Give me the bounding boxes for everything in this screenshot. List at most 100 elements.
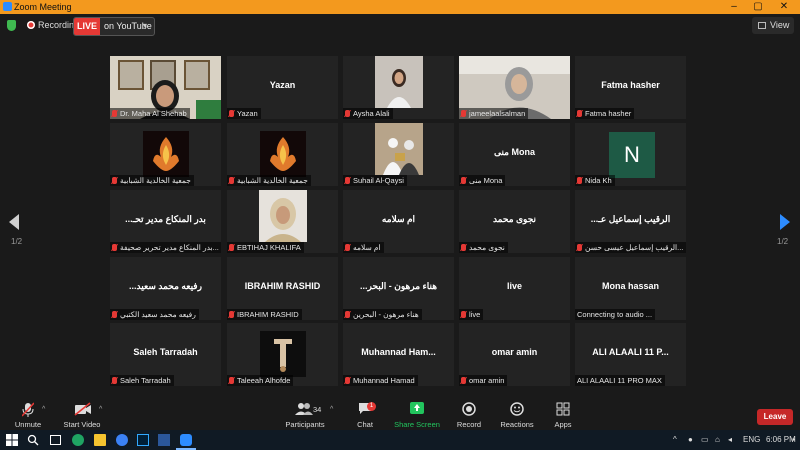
maximize-button[interactable]: ▢ (748, 1, 768, 13)
security-shield-icon[interactable] (7, 20, 16, 31)
notifications-icon[interactable]: ▪ (792, 435, 795, 444)
share-screen-button[interactable]: Share Screen (393, 398, 441, 430)
windows-start-icon[interactable] (6, 434, 18, 446)
participant-name-text: Suhail Al-Qaysi (353, 176, 404, 185)
participant-name-text: ALI ALAALI 11 PRO MAX (577, 376, 662, 385)
participant-tile[interactable]: جمعية الخالدية الشبابية (110, 123, 221, 186)
muted-microphone-icon (112, 377, 117, 384)
participant-name-label: IBRAHIM RASHID (227, 309, 302, 320)
apps-icon (556, 402, 570, 416)
participant-tile[interactable]: EBTIHAJ KHALIFA (227, 190, 338, 253)
unmute-button[interactable]: Unmute (8, 398, 48, 430)
participant-video-feed (375, 56, 423, 108)
participants-button[interactable]: 34 Participants (282, 398, 328, 430)
participant-display-name: Muhannad Ham... (361, 347, 436, 357)
live-stream-button[interactable]: LIVE on YouTube ▾ (73, 17, 155, 36)
participant-tile[interactable]: ...رفيعه محمد سعيد رفيعه محمد سعيد الكتبي (110, 257, 221, 320)
participant-display-name: Yazan (269, 80, 296, 90)
participant-video-feed (375, 123, 423, 175)
start-video-label: Start Video (63, 420, 101, 429)
next-page-arrow-icon[interactable] (780, 214, 790, 230)
participant-name-text: رفيعه محمد سعيد الكتبي (120, 310, 196, 319)
participant-tile[interactable]: Mona hassan Connecting to audio ... (575, 257, 686, 320)
participant-tile[interactable]: نجوى محمد نجوى محمد (459, 190, 570, 253)
record-icon (462, 402, 476, 416)
participant-tile[interactable]: ...الرقيب إسماعيل عـ الرقيب إسماعيل عيسى … (575, 190, 686, 253)
video-options-chevron-icon[interactable]: ^ (99, 406, 102, 413)
participant-name-label: omar amin (459, 375, 508, 386)
muted-microphone-icon (461, 177, 466, 184)
chat-button[interactable]: 1 Chat (350, 398, 380, 430)
participant-tile[interactable]: منى Mona منى Mona (459, 123, 570, 186)
participant-tile[interactable]: جمعية الخالدية الشبابية (227, 123, 338, 186)
windows-taskbar: ^ ● ▭ ⌂ ◂ ENG 6:06 PM ▪ (0, 430, 800, 450)
start-video-button[interactable]: Start Video (60, 398, 104, 430)
participant-tile[interactable]: ...بدر المنكاع مدير تحـ بدر المنكاع مدير … (110, 190, 221, 253)
muted-microphone-icon (461, 110, 466, 117)
edge-browser-icon[interactable] (72, 434, 84, 446)
participant-name-text: EBTIHAJ KHALIFA (237, 243, 301, 252)
participant-name-label: جمعية الخالدية الشبابية (227, 175, 311, 186)
apps-button[interactable]: Apps (548, 398, 578, 430)
meeting-toolbar: Unmute ^ Start Video ^ 34 Participants ^… (0, 398, 800, 430)
muted-microphone-icon (229, 377, 234, 384)
muted-microphone-icon (229, 244, 234, 251)
participant-tile[interactable]: Saleh Tarradah Saleh Tarradah (110, 323, 221, 386)
participant-tile[interactable]: omar amin omar amin (459, 323, 570, 386)
zoom-taskbar-icon[interactable] (180, 434, 192, 446)
muted-microphone-icon (229, 110, 234, 117)
language-indicator[interactable]: ENG (743, 435, 760, 444)
participant-tile[interactable]: live live (459, 257, 570, 320)
record-button[interactable]: Record (452, 398, 486, 430)
chat-label: Chat (357, 420, 373, 429)
microphone-tray-icon[interactable]: ● (688, 435, 693, 444)
participant-tile[interactable]: jameelaalsalman (459, 56, 570, 119)
participants-chevron-icon[interactable]: ^ (330, 406, 333, 413)
participant-tile[interactable]: ALI ALAALI 11 P... ALI ALAALI 11 PRO MAX (575, 323, 686, 386)
participant-display-name: live (506, 281, 522, 291)
apps-label: Apps (554, 420, 572, 429)
network-tray-icon[interactable]: ⌂ (715, 435, 720, 444)
photoshop-icon[interactable] (137, 434, 149, 446)
participant-tile[interactable]: Muhannad Ham... Muhannad Hamad (343, 323, 454, 386)
task-view-icon[interactable] (50, 435, 61, 445)
participant-name-label: jameelaalsalman (459, 108, 529, 119)
participant-name-text: منى Mona (469, 176, 503, 185)
participant-name-label: Fatma hasher (575, 108, 635, 119)
participant-tile[interactable]: Dr. Maha Al Shehab (110, 56, 221, 119)
participant-name-label: الرقيب إسماعيل عيسى حسن... (575, 242, 686, 253)
participant-name-text: Muhannad Hamad (353, 376, 415, 385)
volume-tray-icon[interactable]: ◂ (728, 435, 732, 444)
participant-tile[interactable]: Aysha Alali (343, 56, 454, 119)
search-icon[interactable] (27, 434, 39, 446)
participant-name-label: بدر المنكاع مدير تحرير صحيفة... (110, 242, 221, 253)
participant-tile[interactable]: Taleeah Alhofde (227, 323, 338, 386)
previous-page-arrow-icon[interactable] (9, 214, 19, 230)
participant-tile[interactable]: Suhail Al-Qaysi (343, 123, 454, 186)
participant-tile[interactable]: ...هناء مرهون - البحر هناء مرهون - البحري… (343, 257, 454, 320)
tray-chevron-icon[interactable]: ^ (673, 435, 677, 444)
view-button[interactable]: View (752, 17, 794, 34)
audio-options-chevron-icon[interactable]: ^ (42, 406, 45, 413)
reactions-button[interactable]: Reactions (498, 398, 536, 430)
participant-tile[interactable]: ام سلامه ام سلامه (343, 190, 454, 253)
leave-button[interactable]: Leave (757, 409, 793, 425)
participant-name-text: جمعية الخالدية الشبابية (237, 176, 308, 185)
participant-name-label: هناء مرهون - البحرين (343, 309, 422, 320)
close-button[interactable]: ✕ (774, 1, 794, 13)
participant-name-text: جمعية الخالدية الشبابية (120, 176, 191, 185)
file-explorer-icon[interactable] (94, 434, 106, 446)
participant-display-name: ...رفيعه محمد سعيد (129, 281, 202, 291)
participant-display-name: منى Mona (493, 147, 536, 157)
participants-label: Participants (285, 420, 325, 429)
participant-tile[interactable]: IBRAHIM RASHID IBRAHIM RASHID (227, 257, 338, 320)
participant-tile[interactable]: N Nida Kh (575, 123, 686, 186)
word-icon[interactable] (158, 434, 170, 446)
minimize-button[interactable]: – (724, 1, 744, 13)
battery-tray-icon[interactable]: ▭ (701, 435, 709, 444)
app-icon[interactable] (116, 434, 128, 446)
participant-tile[interactable]: Fatma hasher Fatma hasher (575, 56, 686, 119)
participant-display-name: Mona hassan (601, 281, 659, 291)
participant-tile[interactable]: Yazan Yazan (227, 56, 338, 119)
participant-display-name: Saleh Tarradah (133, 347, 198, 357)
